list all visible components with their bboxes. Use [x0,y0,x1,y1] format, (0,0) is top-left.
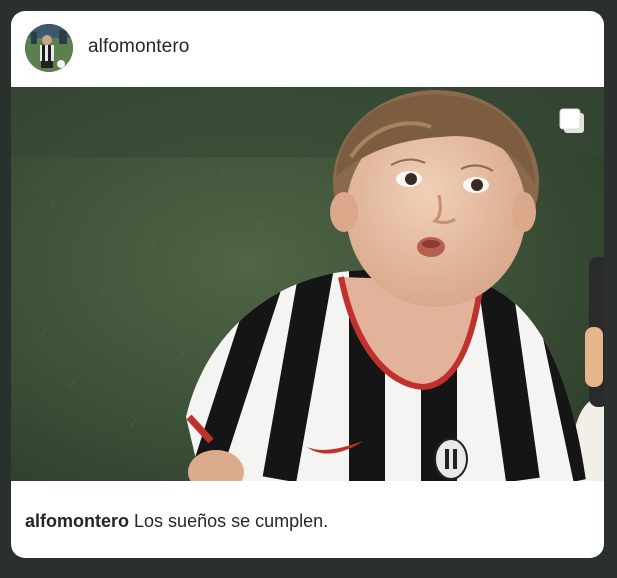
post-header: alfomontero [11,11,604,87]
caption-username[interactable]: alfomontero [25,511,129,531]
multiple-images-icon [558,107,586,135]
post-card: alfomontero alfomontero Los sueños se cu… [11,11,604,558]
avatar[interactable] [25,24,73,72]
caption-text: Los sueños se cumplen. [134,511,329,531]
post-username[interactable]: alfomontero [88,36,189,58]
post-photo[interactable] [11,87,604,481]
post-caption: alfomontero Los sueños se cumplen. [25,511,328,532]
